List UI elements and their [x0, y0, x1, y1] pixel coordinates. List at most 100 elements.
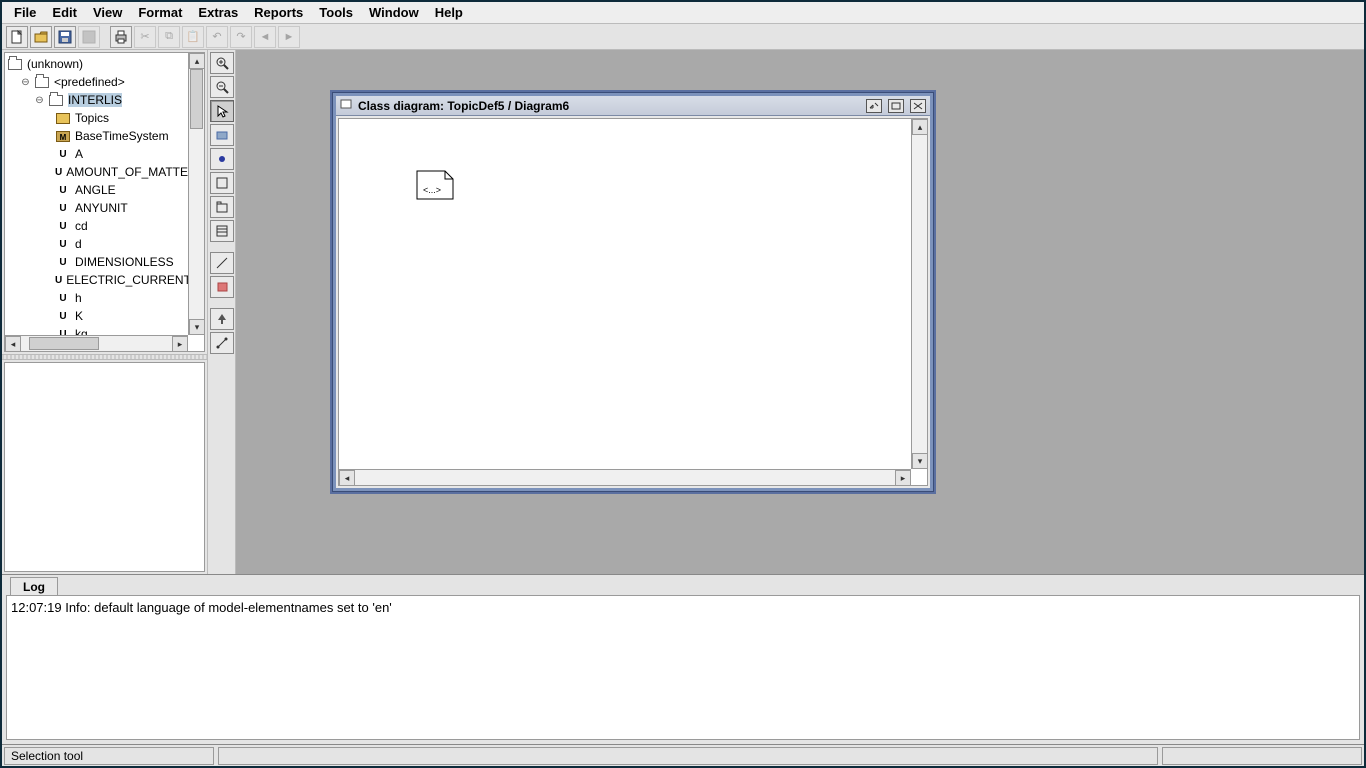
tree-item[interactable]: Uh	[7, 289, 186, 307]
scroll-down-icon[interactable]: ▾	[912, 453, 928, 469]
zoom-out-tool[interactable]	[210, 76, 234, 98]
open-button[interactable]	[30, 26, 52, 48]
menu-view[interactable]: View	[85, 3, 130, 22]
saveas-button[interactable]	[78, 26, 100, 48]
menu-tools[interactable]: Tools	[311, 3, 361, 22]
diagram-viewport[interactable]: <...> ▴ ▾ ◂	[338, 118, 928, 486]
redo-button[interactable]: ↷	[230, 26, 252, 48]
tree-item[interactable]: UAMOUNT_OF_MATTER	[7, 163, 186, 181]
log-panel: Log 12:07:19 Info: default language of m…	[2, 574, 1364, 744]
window-menu-icon[interactable]	[340, 98, 352, 113]
cut-button[interactable]: ✂	[134, 26, 156, 48]
scroll-thumb[interactable]	[190, 69, 203, 129]
tree-item-label: Topics	[75, 111, 109, 125]
tree-item-label: ANYUNIT	[75, 201, 128, 215]
diagram-hscrollbar[interactable]: ◂ ▸	[339, 469, 911, 485]
internal-window[interactable]: Class diagram: TopicDef5 / Diagram6	[332, 92, 934, 492]
paste-button[interactable]: 📋	[182, 26, 204, 48]
internal-window-titlebar[interactable]: Class diagram: TopicDef5 / Diagram6	[336, 96, 930, 116]
tree-item[interactable]: U ANYUNIT	[7, 199, 186, 217]
package-tool[interactable]	[210, 196, 234, 218]
tree-item[interactable]: Ukg	[7, 325, 186, 335]
scroll-track[interactable]	[189, 69, 204, 319]
tree-item[interactable]: UDIMENSIONLESS	[7, 253, 186, 271]
tree-item[interactable]: UANGLE	[7, 181, 186, 199]
tree-predefined[interactable]: ⊖ <predefined>	[7, 73, 186, 91]
save-button[interactable]	[54, 26, 76, 48]
scroll-thumb[interactable]	[29, 337, 99, 350]
menu-edit[interactable]: Edit	[44, 3, 85, 22]
tree-item[interactable]: UK	[7, 307, 186, 325]
scroll-track[interactable]	[355, 470, 895, 485]
scroll-down-icon[interactable]: ▾	[189, 319, 205, 335]
tree-item[interactable]: Topics	[7, 109, 186, 127]
zoom-in-tool[interactable]	[210, 52, 234, 74]
arrow-up-tool[interactable]	[210, 308, 234, 330]
scroll-right-icon[interactable]: ▸	[172, 336, 188, 352]
properties-pane	[4, 362, 205, 572]
tree-item[interactable]: UELECTRIC_CURRENT	[7, 271, 186, 289]
forward-button[interactable]: ►	[278, 26, 300, 48]
menu-format[interactable]: Format	[130, 3, 190, 22]
menu-reports[interactable]: Reports	[246, 3, 311, 22]
expand-handle-icon[interactable]: ⊖	[21, 77, 30, 88]
log-output[interactable]: 12:07:19 Info: default language of model…	[6, 595, 1360, 740]
scroll-left-icon[interactable]: ◂	[339, 470, 355, 486]
tree-item[interactable]: Ucd	[7, 217, 186, 235]
tree-hscrollbar[interactable]: ◂ ▸	[5, 335, 188, 351]
log-tab[interactable]: Log	[10, 577, 58, 595]
unit-icon: U	[55, 184, 71, 197]
unit-icon: U	[55, 238, 71, 251]
tree-interlis[interactable]: ⊖ INTERLIS	[7, 91, 186, 109]
upper-split: (unknown) ⊖ <predefined> ⊖ INTERLIS T	[2, 50, 1364, 574]
menu-extras[interactable]: Extras	[190, 3, 246, 22]
pan-tool[interactable]	[210, 124, 234, 146]
link-tool[interactable]	[210, 332, 234, 354]
unit-icon: U	[55, 202, 71, 215]
menu-window[interactable]: Window	[361, 3, 427, 22]
model-tree[interactable]: (unknown) ⊖ <predefined> ⊖ INTERLIS T	[4, 52, 205, 352]
undo-button[interactable]: ↶	[206, 26, 228, 48]
print-button[interactable]	[110, 26, 132, 48]
scroll-track[interactable]	[912, 135, 927, 453]
unit-icon: U	[55, 292, 71, 305]
scroll-up-icon[interactable]: ▴	[912, 119, 928, 135]
folder-icon	[7, 58, 23, 71]
tree-vscrollbar[interactable]: ▴ ▾	[188, 53, 204, 335]
folder-icon	[48, 94, 64, 107]
component-tool[interactable]	[210, 276, 234, 298]
scroll-up-icon[interactable]: ▴	[189, 53, 205, 69]
status-cell	[1162, 747, 1362, 765]
diagram-vscrollbar[interactable]: ▴ ▾	[911, 119, 927, 469]
unit-icon: U	[55, 256, 71, 269]
scroll-right-icon[interactable]: ▸	[895, 470, 911, 486]
annotation-tool[interactable]	[210, 148, 234, 170]
minimize-icon[interactable]	[866, 99, 882, 113]
class-tool[interactable]	[210, 172, 234, 194]
new-button[interactable]	[6, 26, 28, 48]
diagram-shape[interactable]: <...>	[415, 169, 455, 201]
tree-root[interactable]: (unknown)	[7, 55, 186, 73]
scroll-track[interactable]	[21, 336, 172, 351]
scroll-left-icon[interactable]: ◂	[5, 336, 21, 352]
select-tool[interactable]	[210, 100, 234, 122]
diagram-canvas-area[interactable]: Class diagram: TopicDef5 / Diagram6	[236, 50, 1364, 574]
copy-button[interactable]: ⧉	[158, 26, 180, 48]
tree-item-label: d	[75, 237, 82, 251]
close-icon[interactable]	[910, 99, 926, 113]
tree-item[interactable]: UA	[7, 145, 186, 163]
tree-item[interactable]: Ud	[7, 235, 186, 253]
tree-item[interactable]: MBaseTimeSystem	[7, 127, 186, 145]
tree-item-label: ELECTRIC_CURRENT	[66, 273, 188, 287]
split-handle[interactable]	[2, 354, 207, 360]
menu-help[interactable]: Help	[427, 3, 471, 22]
tree-interlis-label: INTERLIS	[68, 93, 122, 107]
expand-handle-icon[interactable]: ⊖	[35, 95, 44, 106]
line-tool[interactable]	[210, 252, 234, 274]
back-button[interactable]: ◄	[254, 26, 276, 48]
main-toolbar: ✂ ⧉ 📋 ↶ ↷ ◄ ►	[2, 24, 1364, 50]
menu-file[interactable]: File	[6, 3, 44, 22]
tree-item-label: kg	[75, 327, 88, 335]
maximize-icon[interactable]	[888, 99, 904, 113]
table-tool[interactable]	[210, 220, 234, 242]
